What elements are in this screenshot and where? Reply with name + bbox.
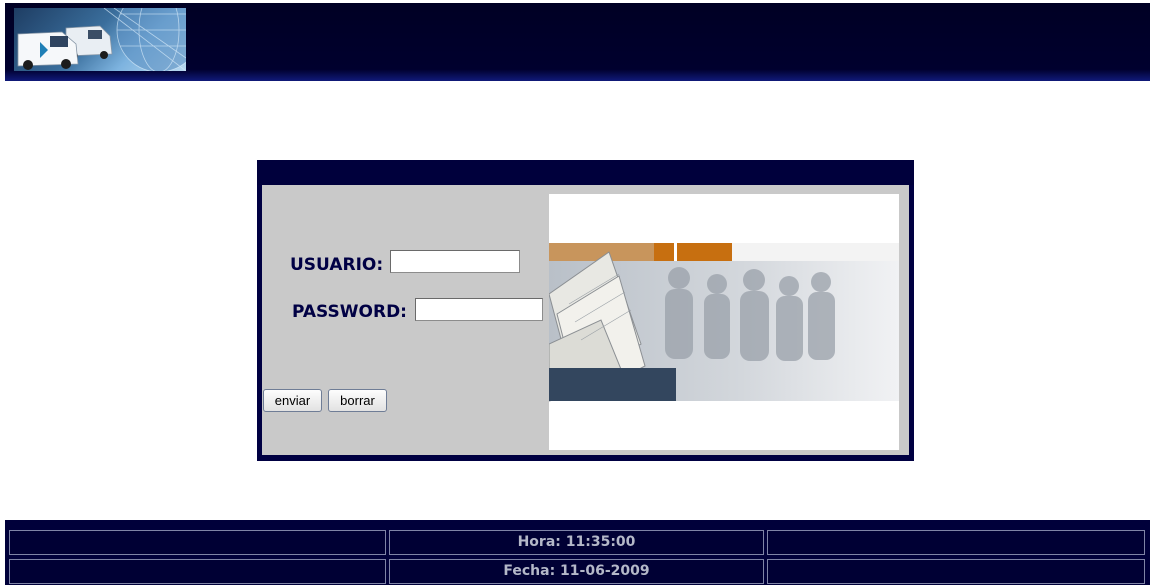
footer-date: Fecha: 11-06-2009 [389, 559, 764, 584]
header-bar [5, 3, 1150, 81]
decorative-photo [549, 194, 899, 450]
clear-button[interactable]: borrar [328, 389, 387, 412]
username-input[interactable] [390, 250, 520, 273]
footer-cell-right [767, 530, 1145, 555]
footer-cell-left [9, 559, 386, 584]
footer-cell-right [767, 559, 1145, 584]
login-page: USUARIO: PASSWORD: enviar borrar Hora: 1… [0, 0, 1150, 585]
password-label: PASSWORD: [292, 302, 407, 322]
delivery-vans-globe-icon [17, 8, 186, 71]
login-title-bar [257, 160, 914, 185]
username-label: USUARIO: [290, 255, 384, 275]
login-form-panel: USUARIO: PASSWORD: enviar borrar [262, 185, 909, 455]
footer-cell-left [9, 530, 386, 555]
company-logo [14, 8, 186, 71]
password-input[interactable] [415, 298, 543, 321]
footer-time: Hora: 11:35:00 [389, 530, 764, 555]
send-button[interactable]: enviar [263, 389, 322, 412]
footer-bar: Hora: 11:35:00 Fecha: 11-06-2009 [5, 520, 1150, 585]
business-team-photo-icon [549, 194, 899, 450]
login-box: USUARIO: PASSWORD: enviar borrar [257, 160, 914, 461]
